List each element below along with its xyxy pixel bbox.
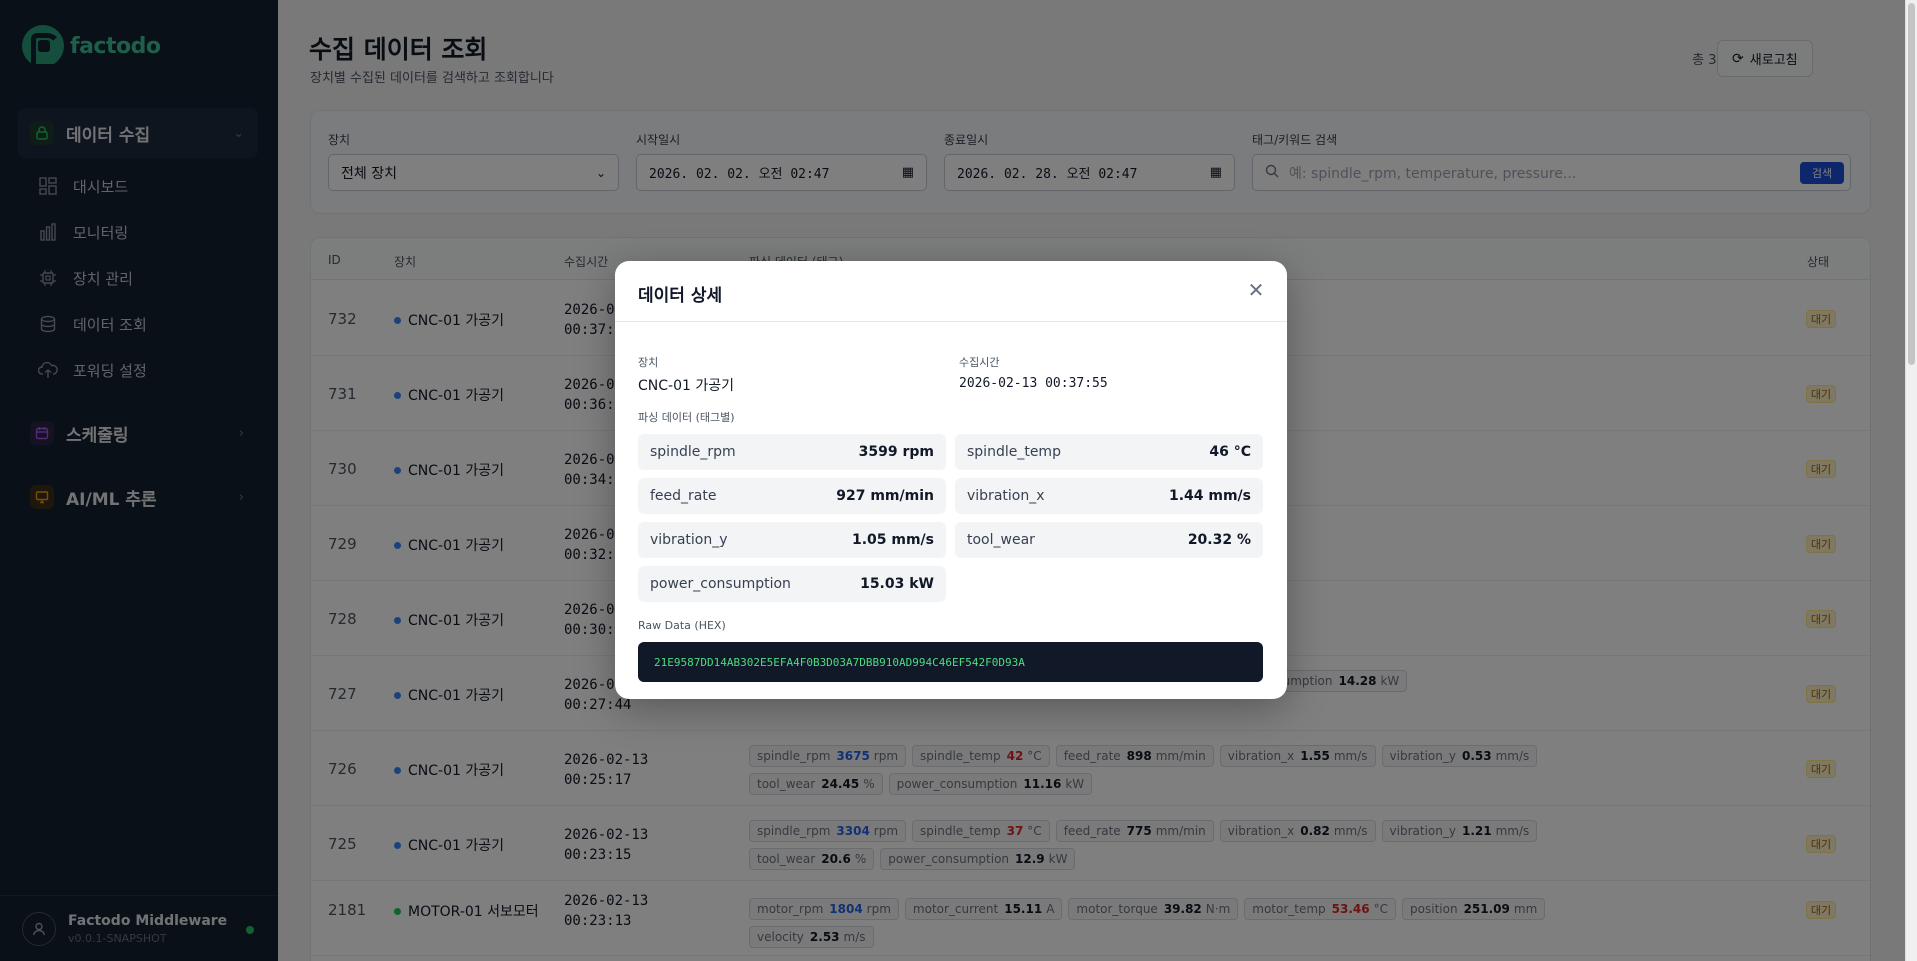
modal-tag-item: tool_wear 20.32 % <box>955 522 1263 558</box>
modal-tags-label: 파싱 데이터 (태그별) <box>638 411 735 424</box>
modal-tag-value: 1.44 mm/s <box>1168 488 1251 504</box>
close-icon[interactable]: ✕ <box>1245 278 1267 302</box>
scrollbar-thumb[interactable] <box>1908 3 1915 365</box>
raw-hex-value: 21E9587DD14AB302E5EFA4F0B3D03A7DBB910AD9… <box>654 655 1025 669</box>
modal-tag-key: power_consumption <box>650 576 791 592</box>
page-scrollbar[interactable] <box>1905 0 1917 961</box>
modal-device-value: CNC-01 가공기 <box>638 378 734 394</box>
modal-tag-item: spindle_temp 46 °C <box>955 434 1263 470</box>
modal-divider <box>615 321 1287 322</box>
raw-hex-box: 21E9587DD14AB302E5EFA4F0B3D03A7DBB910AD9… <box>638 642 1263 682</box>
modal-tag-key: tool_wear <box>967 532 1035 548</box>
modal-time-value: 2026-02-13 00:37:55 <box>959 376 1108 391</box>
modal-tag-key: vibration_y <box>650 532 728 548</box>
modal-tag-value: 20.32 % <box>1187 532 1251 548</box>
modal-tag-item: spindle_rpm 3599 rpm <box>638 434 946 470</box>
modal-tag-key: spindle_temp <box>967 444 1061 460</box>
modal-tag-value: 15.03 kW <box>860 576 934 592</box>
modal-tag-value: 1.05 mm/s <box>851 532 934 548</box>
modal-tag-value: 927 mm/min <box>836 488 934 504</box>
modal-tag-item: vibration_y 1.05 mm/s <box>638 522 946 558</box>
modal-title: 데이터 상세 <box>638 286 723 306</box>
modal-tag-value: 3599 rpm <box>858 444 934 460</box>
modal-tag-item: power_consumption 15.03 kW <box>638 566 946 602</box>
modal-tag-key: vibration_x <box>967 488 1045 504</box>
modal-device-label: 장치 <box>638 356 659 369</box>
modal-tag-item: vibration_x 1.44 mm/s <box>955 478 1263 514</box>
modal-tag-key: spindle_rpm <box>650 444 736 460</box>
modal-tag-value: 46 °C <box>1209 444 1251 460</box>
modal-tag-key: feed_rate <box>650 488 717 504</box>
detail-modal: 데이터 상세 ✕ 장치 CNC-01 가공기 수집시간 2026-02-13 0… <box>615 261 1287 699</box>
modal-raw-label: Raw Data (HEX) <box>638 619 726 632</box>
modal-tag-item: feed_rate 927 mm/min <box>638 478 946 514</box>
modal-time-label: 수집시간 <box>959 356 1000 369</box>
